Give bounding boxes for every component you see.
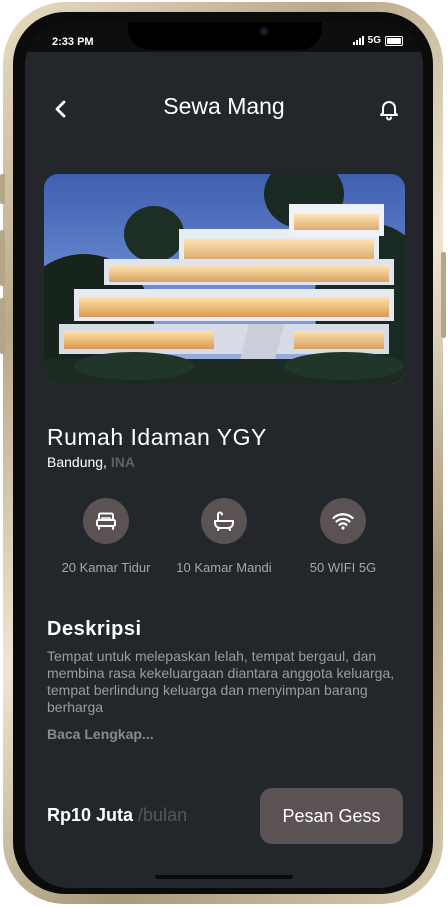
app-screen: 2:33 PM 5G Sewa Mang Rumah Idaman YGY Ba… [25, 22, 423, 888]
bathtub-icon [214, 511, 234, 531]
bell-icon [380, 101, 398, 121]
battery-icon [385, 35, 403, 46]
status-icons: 5G [352, 35, 403, 46]
property-city: Bandung, [47, 454, 107, 470]
read-more-link[interactable]: Baca Lengkap... [47, 726, 154, 742]
description-text: Tempat untuk melepaskan lelah, tempat be… [47, 648, 395, 715]
house-illustration [44, 174, 405, 384]
property-country: INA [110, 454, 135, 470]
notification-button[interactable] [377, 97, 401, 121]
feature-bathrooms: 10 Kamar Mandi [159, 498, 289, 575]
property-location: Bandung, INA [47, 454, 135, 470]
signal-icon [352, 36, 364, 45]
feature-icon-circle [83, 498, 129, 544]
volume-down-button [0, 298, 5, 354]
status-time: 2:33 PM [52, 36, 94, 48]
price-display: Rp10 Juta /bulan [47, 805, 187, 826]
power-button [441, 252, 446, 338]
feature-label: 10 Kamar Mandi [176, 560, 272, 575]
price-unit: /bulan [138, 805, 188, 825]
mute-switch [0, 174, 5, 204]
home-indicator [155, 875, 293, 879]
feature-icon-circle [201, 498, 247, 544]
feature-label: 20 Kamar Tidur [61, 560, 151, 575]
status-bar: 2:33 PM 5G [25, 22, 423, 52]
notch [128, 22, 322, 50]
feature-label: 50 WIFI 5G [309, 560, 377, 575]
bed-icon [96, 512, 116, 530]
price-amount: Rp10 Juta [47, 805, 134, 825]
feature-wifi: 50 WIFI 5G [278, 498, 408, 575]
property-image [44, 174, 405, 384]
order-button[interactable]: Pesan Gess [260, 788, 403, 844]
wifi-icon [332, 513, 354, 530]
description-title: Deskripsi [47, 618, 142, 640]
page-title: Sewa Mang [163, 93, 285, 119]
network-type: 5G [367, 35, 381, 46]
camera-icon [259, 26, 269, 36]
volume-up-button [0, 230, 5, 286]
property-name: Rumah Idaman YGY [47, 424, 267, 450]
feature-icon-circle [320, 498, 366, 544]
feature-bedrooms: 20 Kamar Tidur [41, 498, 171, 575]
